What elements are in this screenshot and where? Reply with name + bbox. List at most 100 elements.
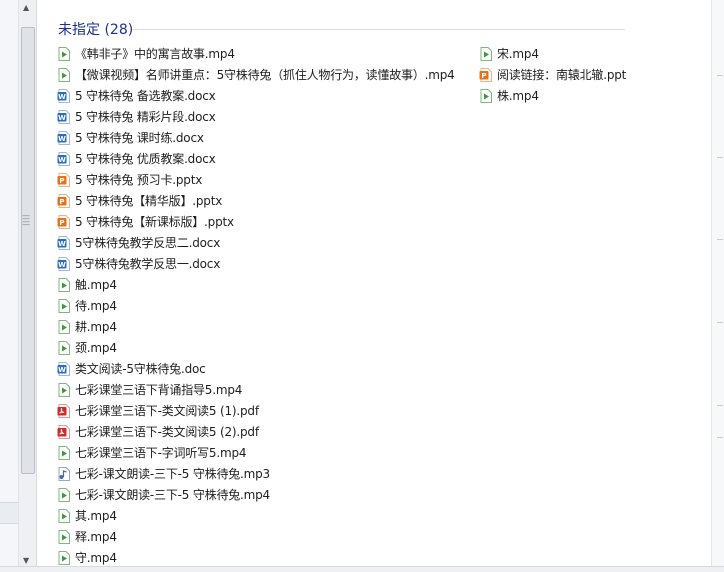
window-bottom-edge bbox=[0, 566, 724, 572]
file-item[interactable]: W 5 守株待兔 优质教案.docx bbox=[56, 148, 455, 169]
file-name: 《韩非子》中的寓言故事.mp4 bbox=[75, 47, 235, 61]
file-name: 颈.mp4 bbox=[75, 341, 117, 355]
file-name: 株.mp4 bbox=[497, 89, 539, 103]
video-file-icon bbox=[56, 550, 72, 566]
scroll-up-arrow-icon[interactable]: ▲ bbox=[23, 3, 29, 12]
scroll-marker bbox=[717, 322, 723, 323]
file-name: 5 守株待兔 课时练.docx bbox=[75, 131, 204, 145]
video-file-icon bbox=[56, 340, 72, 356]
file-item[interactable]: P 5 守株待兔 预习卡.pptx bbox=[56, 169, 455, 190]
video-file-icon bbox=[56, 319, 72, 335]
file-item[interactable]: 七彩-课文朗读-三下-5 守株待兔.mp3 bbox=[56, 463, 455, 484]
pdf-file-icon bbox=[56, 403, 72, 419]
group-header[interactable]: 未指定 (28) bbox=[58, 19, 133, 39]
file-name: 七彩-课文朗读-三下-5 守株待兔.mp3 bbox=[75, 467, 270, 481]
file-name: 5 守株待兔【精华版】.pptx bbox=[75, 194, 223, 208]
file-item[interactable]: W 类文阅读-5守株待兔.doc bbox=[56, 358, 455, 379]
svg-text:W: W bbox=[58, 135, 66, 143]
scroll-marker bbox=[717, 437, 723, 438]
powerpoint-file-icon: P bbox=[478, 67, 494, 83]
file-item[interactable]: P 阅读链接：南辕北辙.ppt bbox=[478, 64, 626, 85]
file-name: 5 守株待兔 备选教案.docx bbox=[75, 89, 216, 103]
word-docx-icon: W bbox=[56, 256, 72, 272]
file-item[interactable]: 待.mp4 bbox=[56, 295, 455, 316]
file-item[interactable]: 释.mp4 bbox=[56, 526, 455, 547]
file-name: 七彩课堂三语下背诵指导5.mp4 bbox=[75, 383, 243, 397]
file-name: 5 守株待兔 预习卡.pptx bbox=[75, 173, 203, 187]
file-item[interactable]: 七彩-课文朗读-三下-5 守株待兔.mp4 bbox=[56, 484, 455, 505]
file-name: 守.mp4 bbox=[75, 551, 117, 565]
video-file-icon bbox=[56, 277, 72, 293]
scroll-marker bbox=[717, 157, 723, 158]
file-item[interactable]: 七彩课堂三语下-类文阅读5 (2).pdf bbox=[56, 421, 455, 442]
video-file-icon bbox=[56, 508, 72, 524]
scrollbar-thumb[interactable] bbox=[21, 27, 35, 474]
svg-text:P: P bbox=[59, 198, 64, 206]
file-item[interactable]: 守.mp4 bbox=[56, 547, 455, 568]
video-file-icon bbox=[56, 298, 72, 314]
word-docx-icon: W bbox=[56, 130, 72, 146]
svg-text:P: P bbox=[59, 177, 64, 185]
video-file-icon bbox=[56, 445, 72, 461]
word-docx-icon: W bbox=[56, 235, 72, 251]
video-file-icon bbox=[56, 382, 72, 398]
word-doc-icon: W bbox=[56, 361, 72, 377]
file-item[interactable]: 触.mp4 bbox=[56, 274, 455, 295]
file-item[interactable]: P 5 守株待兔【新课标版】.pptx bbox=[56, 211, 455, 232]
file-item[interactable]: W 5 守株待兔 备选教案.docx bbox=[56, 85, 455, 106]
file-name: 5 守株待兔 优质教案.docx bbox=[75, 152, 216, 166]
svg-text:W: W bbox=[58, 366, 66, 374]
file-name: 耕.mp4 bbox=[75, 320, 117, 334]
file-name: 待.mp4 bbox=[75, 299, 117, 313]
navigation-pane-scrollbar[interactable]: ▲ — — — — ▼ bbox=[19, 0, 37, 571]
navigation-pane-item[interactable] bbox=[0, 502, 18, 524]
file-name: 七彩课堂三语下-类文阅读5 (2).pdf bbox=[75, 425, 259, 439]
file-item[interactable]: 【微课视频】名师讲重点：5守株待兔（抓住人物行为，读懂故事）.mp4 bbox=[56, 64, 455, 85]
powerpoint-file-icon: P bbox=[56, 172, 72, 188]
scroll-down-arrow-icon[interactable]: ▼ bbox=[23, 556, 29, 565]
file-item[interactable]: W 5守株待兔教学反思一.docx bbox=[56, 253, 455, 274]
scroll-marker bbox=[717, 239, 723, 240]
file-name: 5 守株待兔 精彩片段.docx bbox=[75, 110, 216, 124]
svg-text:W: W bbox=[58, 156, 66, 164]
navigation-pane[interactable] bbox=[0, 0, 19, 571]
file-name: 七彩课堂三语下-类文阅读5 (1).pdf bbox=[75, 404, 259, 418]
file-item[interactable]: 《韩非子》中的寓言故事.mp4 bbox=[56, 43, 455, 64]
video-file-icon bbox=[478, 88, 494, 104]
file-name: 七彩课堂三语下-字词听写5.mp4 bbox=[75, 446, 247, 460]
svg-text:P: P bbox=[59, 219, 64, 227]
video-file-icon bbox=[56, 487, 72, 503]
file-item[interactable]: 株.mp4 bbox=[478, 85, 626, 106]
pdf-file-icon bbox=[56, 424, 72, 440]
audio-file-icon bbox=[56, 466, 72, 482]
video-file-icon bbox=[56, 529, 72, 545]
word-docx-icon: W bbox=[56, 109, 72, 125]
file-item[interactable]: W 5守株待兔教学反思二.docx bbox=[56, 232, 455, 253]
file-list-view[interactable]: 未指定 (28) 《韩非子》中的寓言故事.mp4 【微课视频】名师讲重点：5守株待… bbox=[37, 0, 711, 571]
file-item[interactable]: 耕.mp4 bbox=[56, 316, 455, 337]
file-name: 其.mp4 bbox=[75, 509, 117, 523]
file-item[interactable]: 七彩课堂三语下-类文阅读5 (1).pdf bbox=[56, 400, 455, 421]
file-name: 阅读链接：南辕北辙.ppt bbox=[497, 68, 627, 82]
file-item[interactable]: 颈.mp4 bbox=[56, 337, 455, 358]
file-name: 释.mp4 bbox=[75, 530, 117, 544]
file-item[interactable]: 宋.mp4 bbox=[478, 43, 626, 64]
file-item[interactable]: 七彩课堂三语下背诵指导5.mp4 bbox=[56, 379, 455, 400]
video-file-icon bbox=[56, 67, 72, 83]
powerpoint-file-icon: P bbox=[56, 214, 72, 230]
file-item[interactable]: P 5 守株待兔【精华版】.pptx bbox=[56, 190, 455, 211]
svg-text:P: P bbox=[481, 72, 486, 80]
svg-text:W: W bbox=[58, 114, 66, 122]
file-item[interactable]: W 5 守株待兔 课时练.docx bbox=[56, 127, 455, 148]
right-edge-scrollbar[interactable] bbox=[711, 0, 724, 571]
powerpoint-file-icon: P bbox=[56, 193, 72, 209]
file-item[interactable]: W 5 守株待兔 精彩片段.docx bbox=[56, 106, 455, 127]
scroll-marker bbox=[717, 405, 723, 406]
file-item[interactable]: 七彩课堂三语下-字词听写5.mp4 bbox=[56, 442, 455, 463]
group-header-divider bbox=[133, 29, 625, 30]
word-docx-icon: W bbox=[56, 88, 72, 104]
file-name: 触.mp4 bbox=[75, 278, 117, 292]
word-docx-icon: W bbox=[56, 151, 72, 167]
svg-text:W: W bbox=[58, 93, 66, 101]
file-item[interactable]: 其.mp4 bbox=[56, 505, 455, 526]
